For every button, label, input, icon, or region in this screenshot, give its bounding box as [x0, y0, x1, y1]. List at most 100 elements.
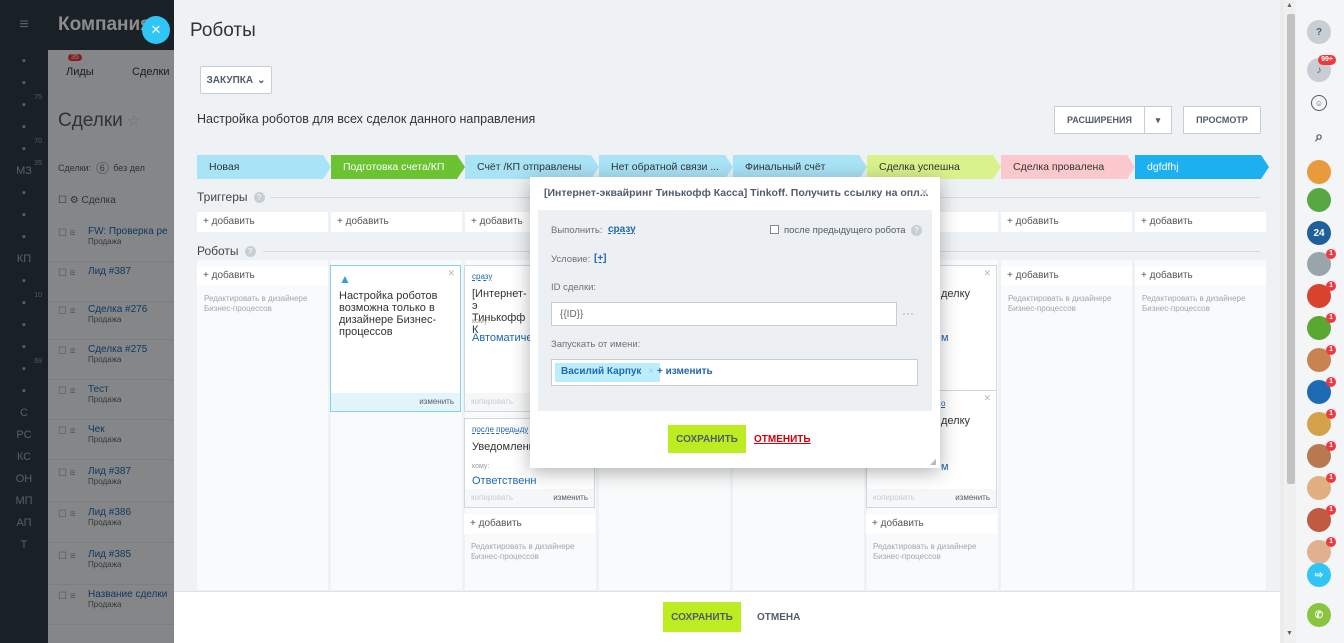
designer-hint[interactable]: Редактировать в дизайнере Бизнес-процесс… [873, 542, 983, 562]
preview-button[interactable]: ПРОСМОТР [1183, 106, 1261, 134]
designer-hint[interactable]: Редактировать в дизайнере Бизнес-процесс… [204, 294, 314, 314]
more-icon[interactable]: ··· [902, 306, 914, 320]
after-prev-checkbox[interactable] [770, 225, 779, 234]
designer-hint[interactable]: Редактировать в дизайнере Бизнес-процесс… [1142, 294, 1252, 314]
close-icon[interactable]: ✕ [983, 393, 991, 404]
avatar[interactable]: 1 [1307, 345, 1336, 372]
avatar[interactable]: 1 [1307, 249, 1336, 276]
avatar[interactable]: 1 [1307, 473, 1336, 500]
avatar[interactable]: 1 [1307, 409, 1336, 436]
search-icon[interactable]: ⌕ [1307, 124, 1331, 148]
save-button[interactable]: СОХРАНИТЬ [663, 602, 741, 632]
unread-badge: 1 [1326, 377, 1336, 387]
slider-title: Роботы [190, 20, 256, 41]
cancel-button[interactable]: ОТМЕНА [757, 612, 800, 623]
person-link[interactable]: м [941, 461, 949, 473]
chevron-down-icon[interactable]: ▾ [1145, 115, 1171, 126]
triggers-label: Триггеры [197, 190, 248, 204]
remove-icon[interactable]: × [648, 366, 654, 377]
stage-label: Подготовка счета/КП [343, 161, 445, 173]
help-icon[interactable]: ? [1307, 20, 1331, 44]
avatar[interactable] [1307, 188, 1331, 212]
stage-1: Подготовка счета/КП [331, 155, 465, 179]
after-prev-label[interactable]: после предыдущего робота [784, 225, 906, 236]
exec-link[interactable]: сразу [472, 272, 492, 281]
counter-badge[interactable]: 24 [1307, 221, 1331, 245]
exec-label: Выполнить: [551, 225, 603, 236]
avatar[interactable]: 1 [1307, 377, 1336, 404]
condition-add[interactable]: [+] [594, 253, 607, 264]
dialog-save-button[interactable]: СОХРАНИТЬ [668, 425, 746, 453]
unread-badge: 1 [1326, 249, 1336, 259]
close-icon[interactable]: ✕ [447, 268, 455, 279]
deal-id-field[interactable]: {{ID}} [551, 302, 897, 326]
change-link[interactable]: изменить [553, 493, 588, 503]
close-slider-button[interactable]: ✕ [142, 16, 170, 44]
copy-link[interactable]: копировать [471, 397, 513, 406]
copy-link[interactable]: копировать [873, 493, 915, 503]
avatar[interactable]: 1 [1307, 505, 1336, 532]
add-button[interactable]: + добавить [197, 212, 328, 232]
unread-badge: 1 [1326, 441, 1336, 451]
notifications-badge: 99+ [1318, 55, 1336, 65]
unread-badge: 1 [1326, 281, 1336, 291]
stage-7: dgfdfhj [1135, 155, 1269, 179]
close-icon: ✕ [150, 22, 162, 37]
scrollbar-thumb[interactable] [1287, 14, 1295, 484]
robot-settings-dialog: [Интернет-эквайринг Тинькофф Касса] Tink… [530, 177, 940, 468]
copy-link[interactable]: копировать [471, 493, 513, 503]
change-link[interactable]: изменить [419, 397, 454, 406]
avatar[interactable]: 1 [1307, 441, 1336, 468]
to-label: кому: [472, 463, 490, 470]
add-robot-button[interactable]: + добавить [464, 514, 595, 534]
avatar[interactable] [1307, 160, 1331, 184]
chat-icon[interactable]: ☺ [1311, 95, 1327, 111]
change-link[interactable]: изменить [955, 493, 990, 503]
unread-badge: 1 [1326, 345, 1336, 355]
stage-6: Сделка провалена [1001, 155, 1135, 179]
unread-badge: 1 [1326, 409, 1336, 419]
condition-label: Условие: [551, 254, 591, 265]
open-lines-icon[interactable]: ⇨ [1307, 563, 1331, 587]
user-tag[interactable]: Василий Карпук × [555, 363, 661, 382]
extensions-button[interactable]: РАСШИРЕНИЯ ▾ [1054, 106, 1172, 134]
category-dropdown[interactable]: ЗАКУПКА ⌄ [200, 66, 272, 94]
help-icon[interactable]: ? [253, 191, 265, 203]
dialog-cancel-button[interactable]: ОТМЕНИТЬ [754, 434, 811, 445]
add-button[interactable]: + добавить [1135, 266, 1266, 286]
close-icon[interactable]: ✕ [983, 268, 991, 279]
help-icon[interactable]: ? [911, 225, 922, 236]
add-button[interactable]: + добавить [197, 266, 328, 286]
add-button[interactable]: + добавить [1135, 212, 1266, 232]
card-title: Уведомлени [472, 441, 535, 453]
bell-icon[interactable]: ♪ 99+ [1307, 55, 1336, 82]
close-icon[interactable]: × [921, 185, 928, 199]
avatar[interactable]: 1 [1307, 281, 1336, 308]
avatar[interactable]: 1 [1307, 313, 1336, 340]
help-icon[interactable]: ? [244, 245, 256, 257]
stage-label: dgfdfhj [1147, 161, 1179, 173]
add-button[interactable]: + добавить [1001, 266, 1132, 286]
change-user-link[interactable]: + изменить [657, 366, 713, 377]
run-as-field[interactable]: Василий Карпук × + изменить [551, 359, 918, 386]
unread-badge: 1 [1326, 505, 1336, 515]
stage-2: Счёт /КП отправлены [465, 155, 599, 179]
add-button[interactable]: + добавить [331, 212, 462, 232]
scroll-up-icon[interactable]: ▲ [1286, 2, 1293, 9]
dialog-body: Выполнить: сразу после предыдущего робот… [538, 210, 932, 411]
person-link[interactable]: Автоматичес [472, 332, 538, 344]
exec-link[interactable]: после предыду [472, 425, 528, 434]
person-link[interactable]: Ответственн [472, 475, 537, 487]
designer-hint[interactable]: Редактировать в дизайнере Бизнес-процесс… [471, 542, 581, 562]
person-link[interactable]: м [941, 332, 949, 344]
designer-hint[interactable]: Редактировать в дизайнере Бизнес-процесс… [1008, 294, 1118, 314]
right-panel: ? ♪ 99+ ☺ ⌕ 1 1 1 1 1 1 1 1 1 1 24 ⇨ ✆ [1296, 0, 1344, 643]
add-robot-button[interactable]: + добавить [866, 514, 997, 534]
phone-icon[interactable]: ✆ [1307, 603, 1331, 627]
resize-handle-icon[interactable]: ◢ [930, 457, 936, 466]
scroll-down-icon[interactable]: ▼ [1286, 630, 1293, 637]
exec-link[interactable]: о [941, 399, 945, 408]
avatar[interactable]: 1 [1307, 537, 1336, 564]
add-button[interactable]: + добавить [1001, 212, 1132, 232]
exec-select[interactable]: сразу [608, 224, 636, 235]
